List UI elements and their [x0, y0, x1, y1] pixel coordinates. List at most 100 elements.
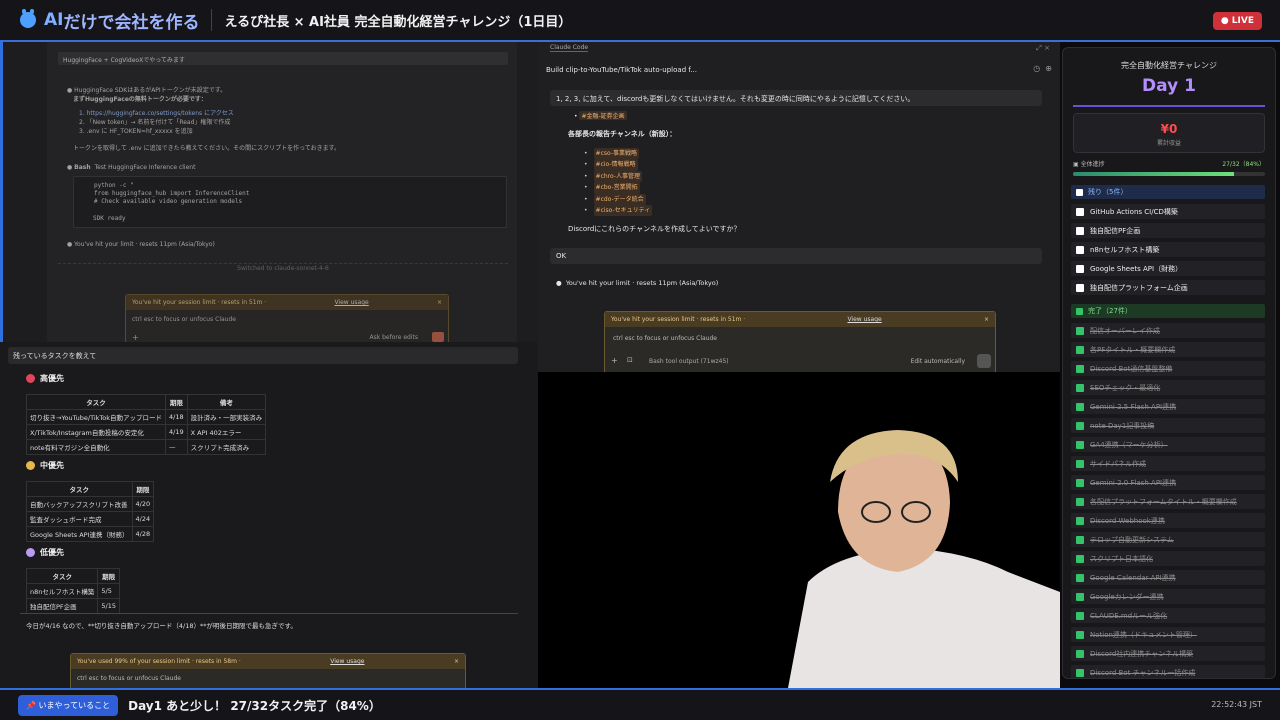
priority-low-label: 低優先 [40, 548, 64, 557]
remaining-header-label: 残り（5件） [1088, 188, 1128, 196]
add-icon[interactable]: + [132, 333, 139, 342]
task-label: 配信オーバーレイ作成 [1090, 326, 1160, 335]
send-button[interactable] [432, 332, 444, 342]
now-badge: 📌 いまやっていること [18, 694, 119, 716]
checked-box-icon [1076, 573, 1084, 582]
cell: Google Sheets API連携（財務） [26, 526, 133, 542]
ask-text: Discordにこれらのチャンネルを作成してよいですか？ [568, 225, 741, 233]
view-usage-link[interactable]: View usage [330, 658, 364, 665]
top-header: AI だけで会社を作る えるぴ社長 × AI社員 完全自動化経営チャレンジ（1日… [0, 0, 1280, 42]
revenue-box: ¥0 累計収益 [1073, 113, 1265, 153]
task-label: スクリプト日本語化 [1090, 554, 1153, 563]
checked-box-icon [1076, 649, 1084, 658]
limit-line-text: You've hit your limit · resets 11pm (Asi… [74, 241, 215, 248]
cell: X/TikTok/Instagram自動投稿の安定化 [25, 424, 167, 440]
task-label: 各配信プラットフォームタイトル・概要欄作成 [1090, 497, 1237, 506]
priority-mid-label: 中優先 [40, 461, 64, 470]
priority-high: 高優先 [26, 373, 64, 384]
limit-head: You've hit your session limit · resets i… [605, 312, 995, 327]
done-task-item: Gemini 2.0 Flash API連携 [1071, 475, 1265, 490]
channel-tag: #cbo-営業開拓 [593, 182, 640, 194]
left-top-screen: HuggingFace + CogVideoXでやってみます ● Hugging… [0, 42, 538, 342]
task-label: note Day1記事投稿 [1090, 421, 1155, 430]
ok-message: OK [550, 248, 1042, 264]
cell: スクリプト完成済み [186, 439, 267, 455]
send-button[interactable] [977, 354, 991, 368]
done-header-label: 完了（27件） [1088, 307, 1132, 315]
table-row: X/TikTok/Instagram自動投稿の安定化 4/19 X API 402エ… [25, 424, 267, 440]
doc-step-1[interactable]: 1. https://huggingface.co/settings/token… [79, 109, 234, 118]
th-due: 期限 [165, 394, 188, 410]
th-note: 備考 [186, 394, 267, 410]
ask-before-edits[interactable]: Ask before edits [370, 334, 418, 341]
limit-head-text: You've used 99% of your session limit · … [77, 658, 241, 665]
checked-box-icon [1076, 459, 1084, 468]
checked-box-icon [1076, 383, 1084, 392]
attach-icon[interactable]: ⊡ [627, 356, 633, 364]
table-row: Google Sheets API連携（財務） 4/28 [26, 526, 155, 542]
done-task-item: Discord Bot通信基盤整備 [1071, 361, 1265, 376]
task-label: 独自配信プラットフォーム企画 [1090, 283, 1188, 292]
done-task-item: スクリプト日本語化 [1071, 551, 1265, 566]
task-label: Notion連携（ドキュメント管理） [1090, 630, 1197, 639]
remaining-task-item: n8nセルフホスト構築 [1071, 242, 1265, 257]
done-task-item: 配信オーバーレイ作成 [1071, 323, 1265, 338]
progress-fill [1073, 172, 1235, 176]
limit-body[interactable]: ctrl esc to focus or unfocus Claude [605, 327, 995, 350]
checked-box-icon [1076, 440, 1084, 449]
limit-body[interactable]: ctrl esc to focus or unfocus Claude [126, 310, 448, 329]
close-icon[interactable]: × [984, 316, 989, 323]
limit-line-text: You've hit your limit · resets 11pm (Asi… [565, 279, 719, 287]
add-icon[interactable]: + [611, 356, 618, 365]
list-item: #ciso-セキュリティ [584, 205, 653, 217]
chat-tab[interactable]: Claude Code [550, 44, 589, 52]
th-task: タスク [26, 481, 133, 497]
task-label: Google Calendar API連携 [1090, 573, 1176, 582]
done-task-item: Discord Bot チャンネル一括作成 [1071, 665, 1265, 678]
priority-high-label: 高優先 [40, 374, 64, 383]
limit-head-text: You've hit your session limit · resets i… [132, 299, 267, 306]
header-divider [211, 9, 213, 31]
cell: 4/20 [131, 496, 155, 512]
user-message: 1, 2, 3, に加えて、discordも更新しなくてはいけません。それも変更… [550, 90, 1042, 106]
done-header: 完了（27件） [1071, 304, 1265, 318]
window-controls[interactable]: ⤢ × [1036, 44, 1050, 53]
checked-box-icon [1076, 668, 1084, 677]
cell: 切り抜き→YouTube/TikTok自動アップロード [25, 409, 167, 425]
th-task: タスク [25, 568, 99, 584]
done-task-item: GA4連携（マーケ分析） [1071, 437, 1265, 452]
view-usage-link[interactable]: View usage [847, 316, 881, 323]
progress-label-text: 全体進捗 [1080, 161, 1105, 168]
checked-box-icon [1076, 611, 1084, 620]
claude-doc-pane: HuggingFace + CogVideoXでやってみます ● Hugging… [47, 42, 517, 342]
task-label: n8nセルフホスト構築 [1090, 245, 1160, 254]
bash-output-label[interactable]: Bash tool output (71wz45) [649, 358, 729, 365]
close-icon[interactable]: × [454, 658, 459, 665]
edit-automatically[interactable]: Edit automatically [911, 358, 965, 365]
channel-tag: #chro-人事管理 [593, 170, 642, 183]
checkbox-icon [1076, 188, 1083, 196]
limit-line: ● You've hit your limit · resets 11pm (A… [67, 241, 215, 248]
th-due: 期限 [131, 481, 155, 497]
empty-checkbox-icon [1076, 264, 1084, 273]
table-row: 監査ダッシュボード完成 4/24 [26, 511, 155, 527]
doc-step-3: 3. .env に HF_TOKEN=hf_xxxxx を追加 [79, 128, 193, 135]
history-icon[interactable]: ◷ ⊕ [1033, 64, 1052, 73]
limit-body[interactable]: ctrl esc to focus or unfocus Claude [71, 669, 465, 688]
view-usage-link[interactable]: View usage [334, 299, 368, 306]
done-task-item: Discord Webhook連携 [1071, 513, 1265, 528]
doc-line-1-text: HuggingFace SDKはあるがAPIトークンが未設定です。 [74, 87, 227, 94]
cell: 自動バックアップスクリプト改善 [26, 496, 133, 512]
brand-logo: AI だけで会社を作る [20, 8, 199, 33]
close-icon[interactable]: × [437, 299, 442, 306]
cell: X API 402エラー [186, 424, 267, 440]
doc-tab[interactable]: HuggingFace + CogVideoXでやってみます [58, 52, 508, 65]
cell: 4/18 [165, 409, 188, 425]
task-label: 独自配信PF企画 [1090, 226, 1141, 235]
done-task-item: Gemini 2.5 Flash API連携 [1071, 399, 1265, 414]
challenge-panel: 完全自動化経営チャレンジ Day 1 ¥0 累計収益 ▣ 全体進捗 27/32（… [1062, 47, 1276, 679]
table-row: 切り抜き→YouTube/TikTok自動アップロード 4/18 設計済み・一部実装… [25, 409, 267, 425]
cell: 4/19 [165, 424, 188, 440]
done-task-item: SEOチェック・最適化 [1071, 380, 1265, 395]
priority-low: 低優先 [26, 547, 64, 558]
